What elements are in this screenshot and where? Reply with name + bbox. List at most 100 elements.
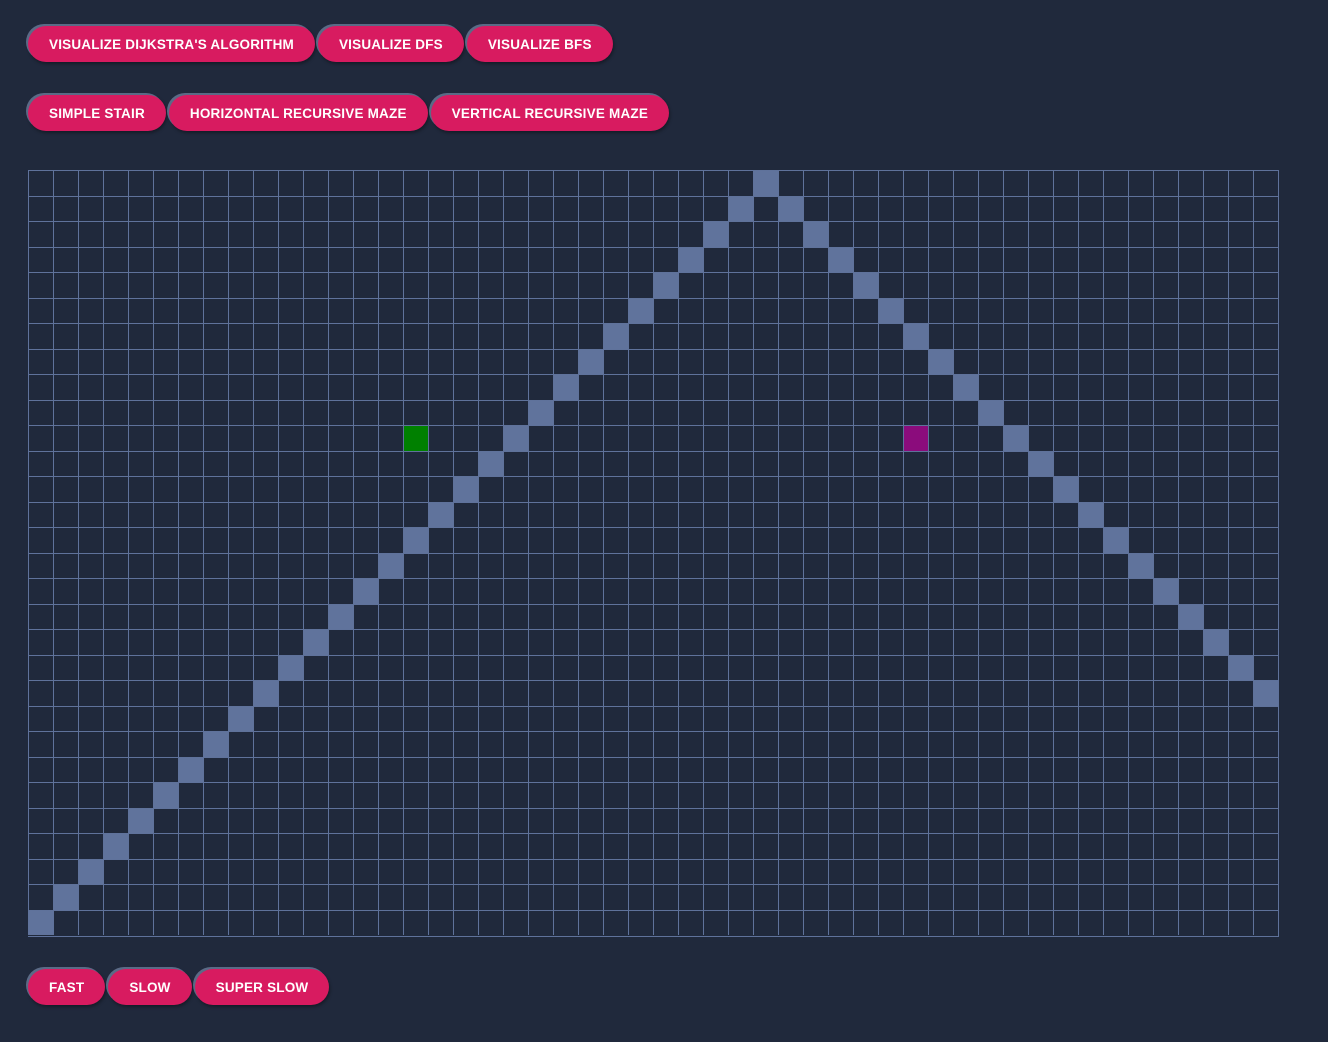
grid-cell[interactable]	[678, 323, 703, 349]
grid-cell[interactable]	[703, 348, 728, 375]
grid-cell[interactable]	[553, 833, 578, 859]
grid-cell[interactable]	[978, 297, 1003, 324]
grid-cell[interactable]	[528, 501, 553, 528]
grid-cell[interactable]	[403, 629, 428, 655]
grid-cell[interactable]	[428, 552, 453, 579]
grid-cell[interactable]	[1228, 756, 1253, 783]
grid-cell[interactable]	[1053, 272, 1078, 298]
grid-cell[interactable]	[178, 399, 203, 426]
grid-cell[interactable]	[328, 374, 353, 400]
grid-cell[interactable]	[478, 527, 503, 553]
grid-cell[interactable]	[1178, 348, 1203, 375]
grid-cell[interactable]	[1028, 807, 1053, 834]
grid-cell[interactable]	[853, 170, 878, 196]
grid-cell[interactable]	[1253, 221, 1278, 247]
grid-cell[interactable]	[53, 399, 78, 426]
grid-cell[interactable]	[928, 603, 953, 630]
grid-cell[interactable]	[878, 374, 903, 400]
grid-cell[interactable]	[953, 323, 978, 349]
grid-cell[interactable]	[653, 705, 678, 732]
grid-cell[interactable]	[953, 195, 978, 222]
grid-cell[interactable]	[103, 884, 128, 910]
grid-cell[interactable]	[1028, 323, 1053, 349]
grid-cell[interactable]	[378, 578, 403, 604]
grid-cell[interactable]	[128, 884, 153, 910]
grid-cell[interactable]	[528, 527, 553, 553]
grid-cell[interactable]	[1003, 221, 1028, 247]
grid-cell[interactable]	[328, 807, 353, 834]
grid-cell[interactable]	[1078, 170, 1103, 196]
grid-cell[interactable]	[953, 680, 978, 706]
grid-cell[interactable]	[678, 756, 703, 783]
grid-cell[interactable]	[103, 782, 128, 808]
grid-cell[interactable]	[278, 527, 303, 553]
grid-cell[interactable]	[953, 629, 978, 655]
grid-cell[interactable]	[1178, 501, 1203, 528]
grid-cell[interactable]	[378, 629, 403, 655]
grid-cell[interactable]	[478, 170, 503, 196]
grid-cell[interactable]	[353, 833, 378, 859]
grid-cell[interactable]	[728, 833, 753, 859]
grid-cell[interactable]	[578, 476, 603, 502]
grid-cell[interactable]	[53, 374, 78, 400]
grid-cell[interactable]	[1228, 476, 1253, 502]
grid-cell[interactable]	[103, 731, 128, 757]
grid-cell[interactable]	[278, 603, 303, 630]
wall-cell[interactable]	[1078, 501, 1103, 528]
grid-cell[interactable]	[378, 501, 403, 528]
grid-cell[interactable]	[778, 501, 803, 528]
grid-cell[interactable]	[428, 246, 453, 273]
grid-cell[interactable]	[1003, 450, 1028, 477]
grid-cell[interactable]	[128, 195, 153, 222]
grid-cell[interactable]	[978, 731, 1003, 757]
grid-cell[interactable]	[628, 909, 653, 936]
grid-cell[interactable]	[978, 348, 1003, 375]
grid-cell[interactable]	[753, 884, 778, 910]
grid-cell[interactable]	[1128, 909, 1153, 936]
grid-cell[interactable]	[778, 858, 803, 885]
grid-cell[interactable]	[978, 858, 1003, 885]
grid-cell[interactable]	[28, 527, 53, 553]
grid-cell[interactable]	[28, 705, 53, 732]
grid-cell[interactable]	[353, 629, 378, 655]
grid-cell[interactable]	[728, 323, 753, 349]
grid-cell[interactable]	[153, 629, 178, 655]
grid-cell[interactable]	[1028, 348, 1053, 375]
grid-cell[interactable]	[853, 858, 878, 885]
grid-cell[interactable]	[153, 578, 178, 604]
grid-cell[interactable]	[1128, 884, 1153, 910]
grid-cell[interactable]	[278, 272, 303, 298]
grid-cell[interactable]	[128, 246, 153, 273]
grid-cell[interactable]	[28, 348, 53, 375]
grid-cell[interactable]	[778, 527, 803, 553]
grid-cell[interactable]	[28, 654, 53, 681]
grid-cell[interactable]	[153, 501, 178, 528]
grid-cell[interactable]	[1053, 450, 1078, 477]
wall-cell[interactable]	[528, 399, 553, 426]
grid-cell[interactable]	[703, 680, 728, 706]
grid-cell[interactable]	[1028, 629, 1053, 655]
grid-cell[interactable]	[878, 782, 903, 808]
grid-cell[interactable]	[753, 527, 778, 553]
grid-cell[interactable]	[1203, 833, 1228, 859]
grid-cell[interactable]	[578, 552, 603, 579]
grid-cell[interactable]	[28, 731, 53, 757]
grid-cell[interactable]	[403, 603, 428, 630]
grid-cell[interactable]	[1178, 246, 1203, 273]
grid-cell[interactable]	[103, 654, 128, 681]
grid-cell[interactable]	[303, 782, 328, 808]
grid-cell[interactable]	[728, 527, 753, 553]
grid-cell[interactable]	[278, 297, 303, 324]
grid-cell[interactable]	[153, 833, 178, 859]
grid-cell[interactable]	[78, 552, 103, 579]
grid-cell[interactable]	[553, 680, 578, 706]
grid-cell[interactable]	[903, 195, 928, 222]
grid-cell[interactable]	[1178, 425, 1203, 451]
grid-cell[interactable]	[528, 756, 553, 783]
grid-cell[interactable]	[753, 374, 778, 400]
grid-cell[interactable]	[728, 909, 753, 936]
grid-cell[interactable]	[1178, 323, 1203, 349]
grid-cell[interactable]	[603, 680, 628, 706]
grid-cell[interactable]	[1228, 323, 1253, 349]
grid-cell[interactable]	[1228, 374, 1253, 400]
